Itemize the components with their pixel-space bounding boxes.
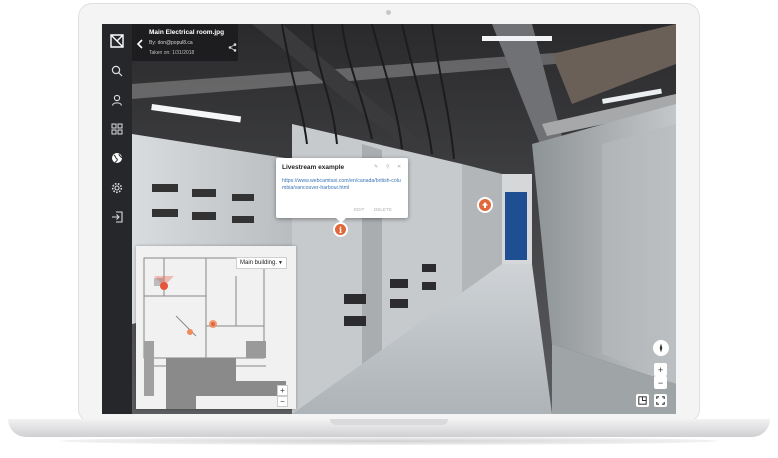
logout-icon[interactable] (108, 208, 126, 226)
building-select-value: Main building. (240, 260, 278, 266)
building-select[interactable]: Main building. ▼ (236, 257, 287, 269)
minimap-zoom-out-button[interactable]: − (277, 396, 288, 407)
minimap-zoom-in-button[interactable]: + (277, 385, 288, 396)
sidebar (102, 24, 132, 414)
dropdown-caret-icon: ▼ (278, 260, 283, 266)
image-author: By: don@popul8.ca (149, 40, 193, 46)
minimap-toggle-icon[interactable] (636, 394, 649, 407)
hotspot-popup: Livestream example ✎ ⚲ ✕ https://www.web… (276, 158, 408, 223)
app-screen: Main Electrical room.jpg By: don@popul8.… (102, 24, 676, 414)
close-icon[interactable]: ✕ (397, 164, 401, 170)
delete-button[interactable]: DELETE (374, 207, 392, 212)
image-date: Taken on: 1/31/2018 (149, 50, 195, 56)
fullscreen-icon[interactable] (654, 394, 667, 407)
popup-title: Livestream example (282, 164, 345, 171)
link-icon[interactable]: ⚲ (386, 164, 390, 170)
laptop-camera (386, 10, 391, 15)
popup-link[interactable]: https://www.webcamtaxi.com/en/canada/bri… (282, 178, 404, 192)
navigation-arrow-icon[interactable] (477, 197, 493, 213)
floor-plan (136, 246, 296, 409)
zoom-out-button[interactable]: − (654, 376, 667, 389)
compass-icon[interactable] (653, 340, 669, 356)
search-icon[interactable] (108, 62, 126, 80)
laptop-notch (330, 419, 448, 425)
logo-icon[interactable] (108, 32, 126, 50)
edit-pencil-icon[interactable]: ✎ (374, 164, 378, 170)
gear-icon[interactable] (108, 179, 126, 197)
image-title: Main Electrical room.jpg (149, 29, 225, 36)
laptop-shadow (60, 437, 718, 445)
zoom-in-button[interactable]: + (654, 363, 667, 376)
user-icon[interactable] (108, 91, 126, 109)
floor-plan-minimap[interactable]: Main building. ▼ + − (136, 246, 296, 409)
globe-icon[interactable] (108, 149, 126, 167)
info-hotspot-icon[interactable]: i (333, 222, 348, 237)
share-icon[interactable] (228, 39, 237, 52)
image-info-header: Main Electrical room.jpg By: don@popul8.… (132, 24, 238, 61)
back-chevron-icon[interactable] (134, 37, 146, 49)
grid-icon[interactable] (108, 120, 126, 138)
edit-button[interactable]: EDIT (354, 207, 364, 212)
